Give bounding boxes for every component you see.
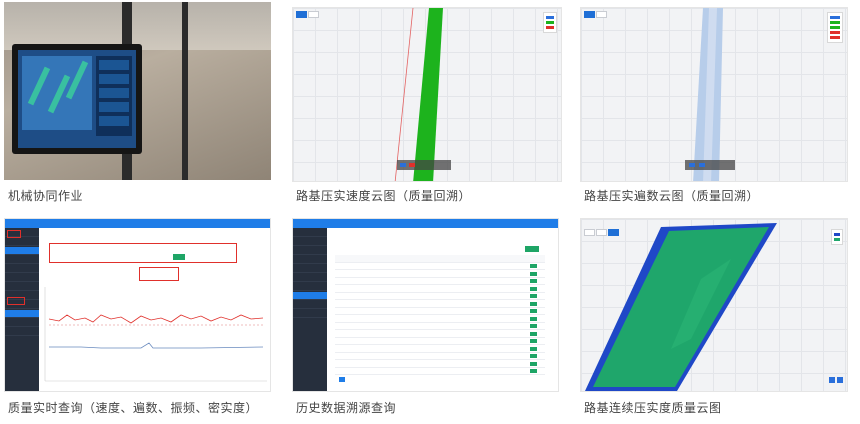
speed-cloud-map-screenshot — [292, 7, 562, 182]
tile-caption: 路基压实速度云图（质量回溯） — [296, 189, 472, 203]
tile-speed-cloud-map[interactable]: 路基压实速度云图（质量回溯） — [292, 2, 562, 203]
machine-collaboration-photo — [4, 2, 271, 180]
compaction-legend — [831, 229, 843, 245]
zoom-out-icon[interactable] — [837, 377, 843, 383]
compaction-cloud-map-screenshot — [580, 218, 848, 392]
pass-legend — [827, 12, 843, 43]
tile-caption: 路基压实遍数云图（质量回溯） — [584, 189, 760, 203]
tile-caption: 历史数据溯源查询 — [296, 401, 397, 415]
query-filter-box — [49, 243, 237, 263]
chart-title-box — [139, 267, 179, 281]
zoom-in-icon[interactable] — [829, 377, 835, 383]
tile-history-data-query[interactable]: 历史数据溯源查询 — [292, 218, 562, 418]
pagination[interactable] — [339, 377, 345, 382]
cab-monitor — [12, 44, 142, 154]
tile-pass-count-cloud-map[interactable]: 路基压实遍数云图（质量回溯） — [580, 2, 848, 203]
history-query-screenshot — [292, 218, 559, 392]
realtime-query-screenshot — [4, 218, 271, 392]
pass-track-svg — [693, 8, 723, 181]
compaction-band-svg — [585, 223, 777, 391]
tile-machine-collaboration[interactable]: 机械协同作业 — [4, 2, 271, 203]
tile-caption: 机械协同作业 — [8, 189, 84, 203]
speed-track-svg — [394, 8, 443, 181]
pass-count-cloud-map-screenshot — [580, 7, 848, 182]
tile-caption: 质量实时查询（速度、遍数、振频、密实度） — [8, 401, 259, 415]
query-button[interactable] — [173, 254, 185, 260]
realtime-quality-lines-svg — [44, 287, 267, 382]
speed-legend — [543, 12, 557, 33]
tile-realtime-quality-query[interactable]: 质量实时查询（速度、遍数、振频、密实度） — [4, 218, 274, 418]
tile-continuous-compaction-map[interactable]: 路基连续压实度质量云图 — [580, 218, 848, 418]
history-search-button[interactable] — [525, 246, 539, 252]
tile-caption: 路基连续压实度质量云图 — [584, 401, 722, 415]
